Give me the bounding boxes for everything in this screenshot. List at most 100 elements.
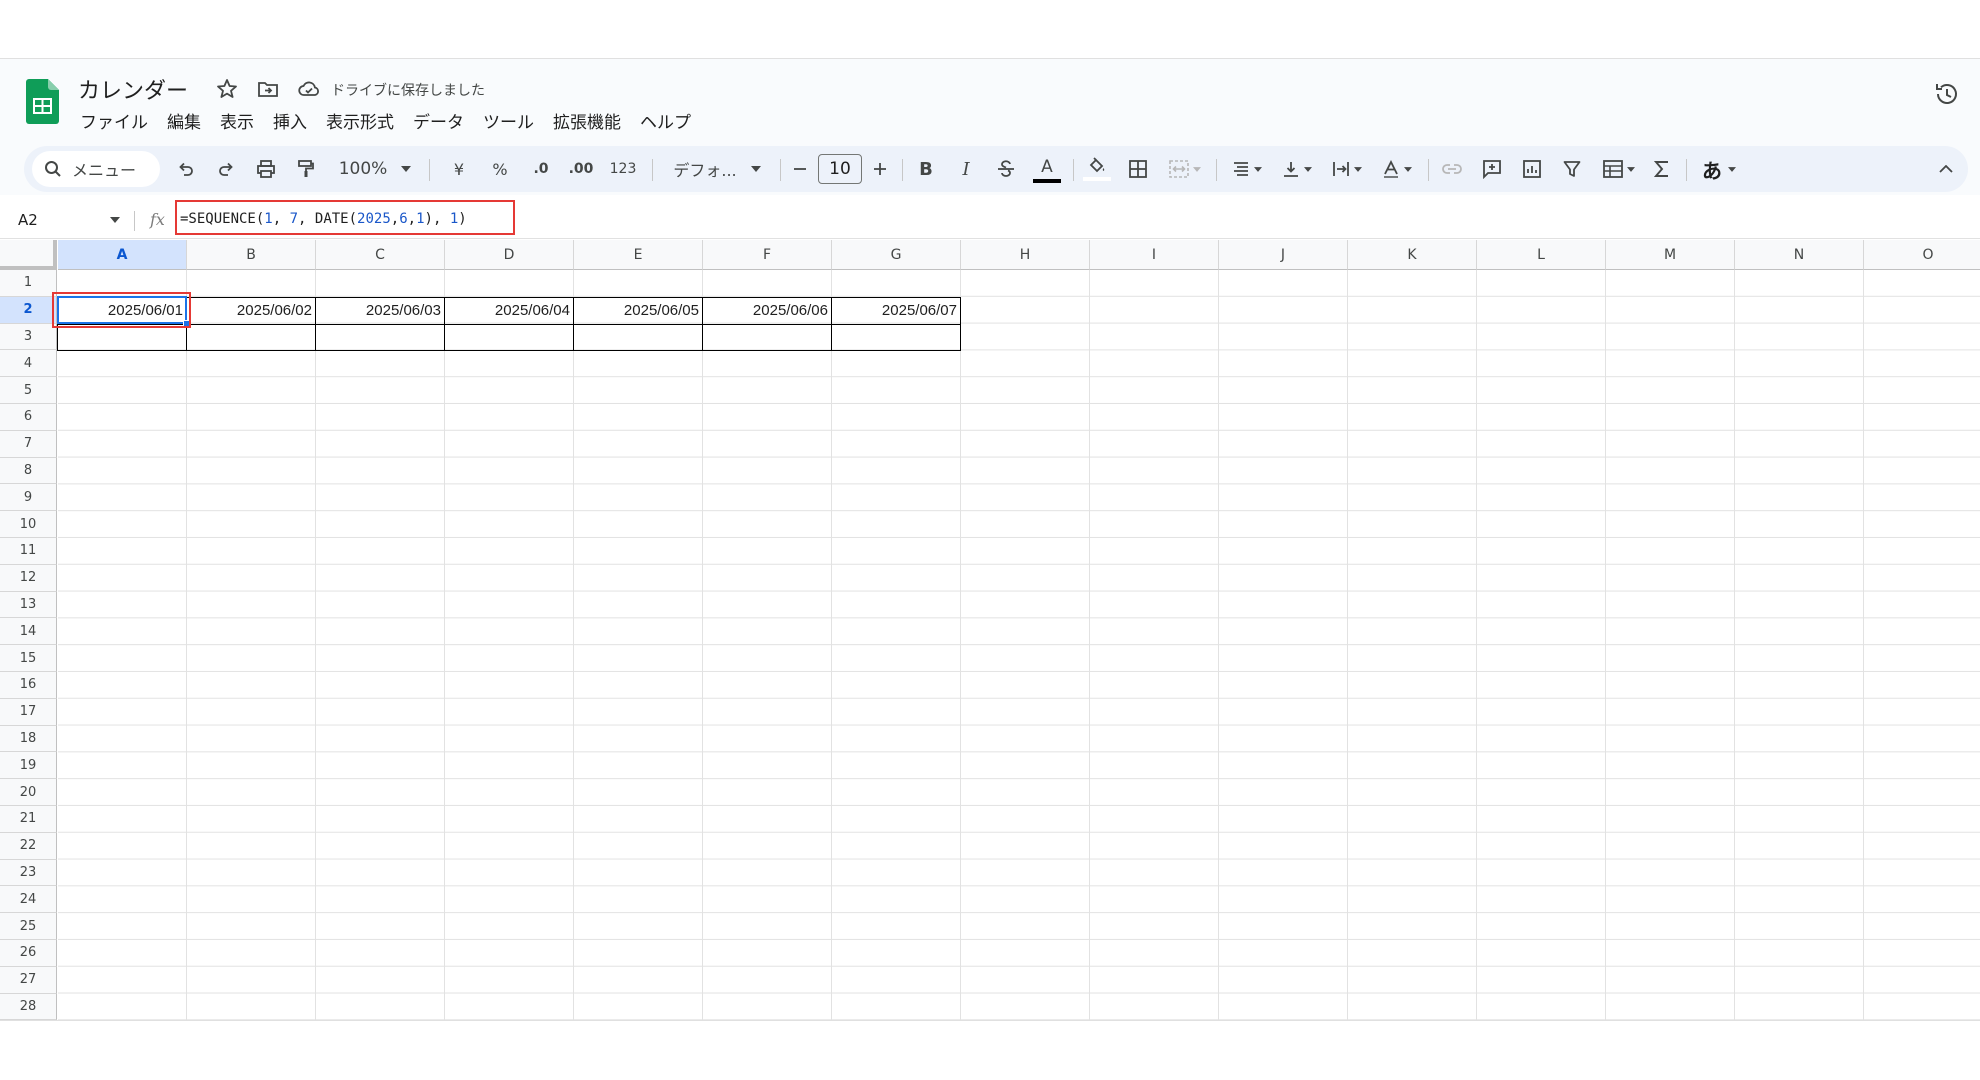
merge-cells-button[interactable] [1162, 146, 1208, 192]
row-header-4[interactable]: 4 [0, 350, 57, 378]
row-header-3[interactable]: 3 [0, 323, 57, 351]
insert-comment-button[interactable] [1476, 146, 1508, 192]
row-header-5[interactable]: 5 [0, 377, 57, 404]
text-wrap-button[interactable] [1324, 146, 1370, 192]
paint-format-button[interactable] [290, 146, 322, 192]
select-all-corner[interactable] [0, 240, 57, 270]
column-header-a[interactable]: A [58, 240, 187, 270]
collapse-toolbar-button[interactable] [1930, 146, 1962, 192]
menu-search[interactable]: メニュー [32, 151, 160, 187]
row-header-11[interactable]: 11 [0, 538, 57, 565]
font-size-decrease-button[interactable] [786, 146, 814, 192]
column-header-i[interactable]: I [1090, 240, 1219, 270]
column-header-m[interactable]: M [1606, 240, 1735, 270]
input-tools-button[interactable]: あ [1694, 146, 1744, 192]
column-header-c[interactable]: C [316, 240, 445, 270]
menu-format[interactable]: 表示形式 [318, 106, 402, 135]
row-header-1[interactable]: 1 [0, 270, 57, 297]
text-color-button[interactable]: A [1030, 146, 1064, 192]
vertical-align-button[interactable] [1274, 146, 1320, 192]
horizontal-align-button[interactable] [1224, 146, 1270, 192]
row-header-14[interactable]: 14 [0, 618, 57, 646]
row-header-23[interactable]: 23 [0, 859, 57, 887]
name-box[interactable]: A2 [18, 211, 38, 229]
cell-f2[interactable]: 2025/06/06 [703, 297, 832, 324]
filter-views-button[interactable] [1596, 146, 1642, 192]
cell-e2[interactable]: 2025/06/05 [574, 297, 703, 324]
italic-button[interactable]: I [951, 146, 981, 192]
formula-input[interactable]: =SEQUENCE(1, 7, DATE(2025,6,1), 1) [180, 211, 467, 227]
bold-button[interactable]: B [911, 146, 941, 192]
star-icon[interactable] [215, 77, 239, 101]
row-header-7[interactable]: 7 [0, 430, 57, 458]
font-size-input[interactable]: 10 [818, 154, 862, 184]
column-header-l[interactable]: L [1477, 240, 1606, 270]
text-rotation-button[interactable] [1374, 146, 1420, 192]
filter-button[interactable] [1556, 146, 1588, 192]
menu-help[interactable]: ヘルプ [632, 106, 699, 135]
row-header-28[interactable]: 28 [0, 993, 57, 1021]
menu-extensions[interactable]: 拡張機能 [545, 106, 629, 135]
print-button[interactable] [250, 146, 282, 192]
chevron-down-icon[interactable] [110, 217, 120, 223]
cell-g2[interactable]: 2025/06/07 [832, 297, 961, 324]
cloud-saved-icon[interactable] [297, 77, 321, 101]
cell-b2[interactable]: 2025/06/02 [187, 297, 316, 324]
row-header-22[interactable]: 22 [0, 832, 57, 860]
document-title[interactable]: カレンダー [78, 73, 188, 105]
menu-view[interactable]: 表示 [212, 106, 262, 135]
menu-tools[interactable]: ツール [475, 106, 542, 135]
decrease-decimal-button[interactable]: .0 [524, 146, 558, 192]
fill-color-button[interactable] [1080, 146, 1114, 192]
menu-edit[interactable]: 編集 [159, 106, 209, 135]
column-header-f[interactable]: F [703, 240, 832, 270]
currency-button[interactable]: ¥ [444, 146, 474, 192]
spreadsheet-grid[interactable]: A B C D E F G H I J K L M N O 1 2 3 4 5 6 7 8 9 10 11 12 13 14 15 16 17… [0, 240, 1980, 1021]
row-header-26[interactable]: 26 [0, 940, 57, 967]
cell-c2[interactable]: 2025/06/03 [316, 297, 445, 324]
column-header-h[interactable]: H [961, 240, 1090, 270]
column-header-o[interactable]: O [1864, 240, 1980, 270]
row-header-20[interactable]: 20 [0, 779, 57, 806]
column-header-j[interactable]: J [1219, 240, 1348, 270]
row-header-21[interactable]: 21 [0, 806, 57, 833]
cell-area[interactable] [58, 270, 1980, 1020]
menu-file[interactable]: ファイル [72, 106, 156, 135]
functions-button[interactable] [1646, 146, 1678, 192]
row-header-19[interactable]: 19 [0, 752, 57, 780]
cell-d2[interactable]: 2025/06/04 [445, 297, 574, 324]
undo-button[interactable] [170, 146, 202, 192]
number-format-button[interactable]: 123 [604, 146, 642, 192]
version-history-icon[interactable] [1932, 79, 1962, 109]
font-select[interactable]: デフォ... [662, 146, 772, 192]
row-header-10[interactable]: 10 [0, 511, 57, 538]
column-header-b[interactable]: B [187, 240, 316, 270]
borders-button[interactable] [1122, 146, 1154, 192]
row-header-13[interactable]: 13 [0, 591, 57, 619]
menu-insert[interactable]: 挿入 [265, 106, 315, 135]
row-header-24[interactable]: 24 [0, 886, 57, 914]
column-header-e[interactable]: E [574, 240, 703, 270]
column-header-g[interactable]: G [832, 240, 961, 270]
row-header-27[interactable]: 27 [0, 966, 57, 994]
row-header-15[interactable]: 15 [0, 645, 57, 672]
row-header-17[interactable]: 17 [0, 698, 57, 726]
insert-chart-button[interactable] [1516, 146, 1548, 192]
font-size-increase-button[interactable] [866, 146, 894, 192]
increase-decimal-button[interactable]: .00 [562, 146, 600, 192]
column-header-n[interactable]: N [1735, 240, 1864, 270]
menu-data[interactable]: データ [405, 106, 472, 135]
column-header-k[interactable]: K [1348, 240, 1477, 270]
row-header-12[interactable]: 12 [0, 564, 57, 592]
row-header-6[interactable]: 6 [0, 404, 57, 431]
row-header-8[interactable]: 8 [0, 457, 57, 485]
row-header-16[interactable]: 16 [0, 672, 57, 699]
percent-button[interactable]: % [485, 146, 515, 192]
move-folder-icon[interactable] [256, 77, 280, 101]
strikethrough-button[interactable] [991, 146, 1021, 192]
column-header-d[interactable]: D [445, 240, 574, 270]
row-header-25[interactable]: 25 [0, 913, 57, 940]
row-header-2[interactable]: 2 [0, 296, 57, 324]
row-header-18[interactable]: 18 [0, 725, 57, 753]
sheets-logo-icon[interactable] [26, 79, 59, 124]
